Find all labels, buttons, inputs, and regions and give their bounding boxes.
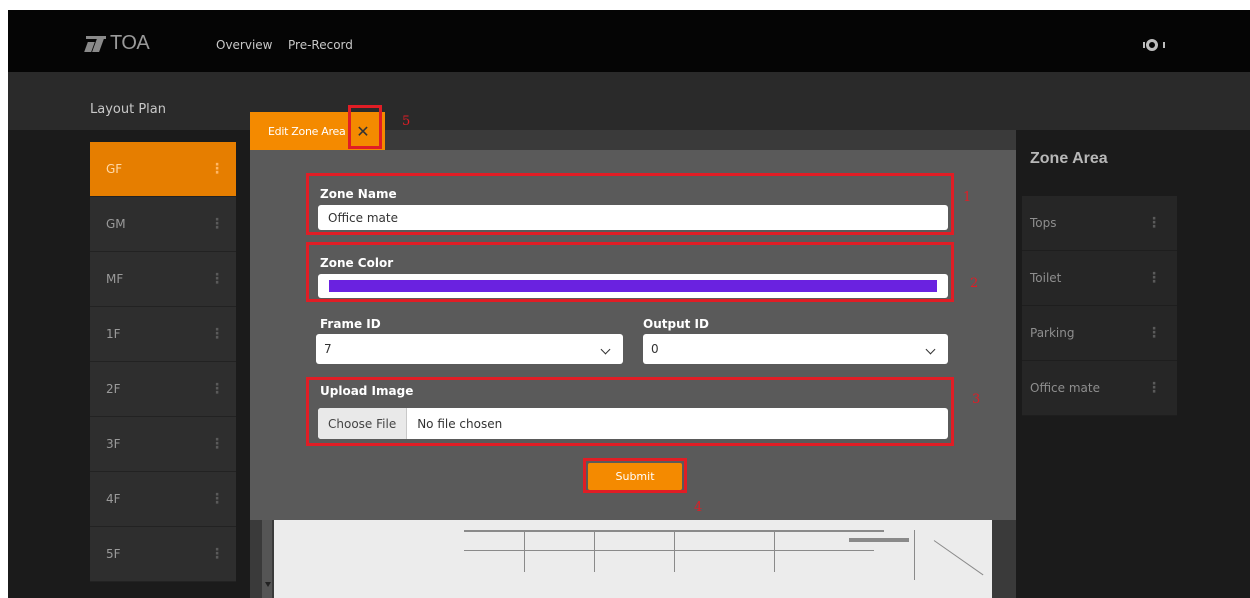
floor-label: GF	[106, 162, 123, 176]
page-subheader: Layout Plan	[8, 72, 1250, 130]
annotation-box-4	[583, 458, 687, 493]
annotation-box-1	[306, 173, 954, 235]
floor-label: 4F	[106, 492, 121, 506]
kebab-menu-icon[interactable]: ⋮	[1147, 325, 1161, 341]
zone-item-office-mate[interactable]: Office mate ⋮	[1022, 361, 1177, 416]
zone-area-list: Tops ⋮ Toilet ⋮ Parking ⋮ Office mate ⋮	[1022, 196, 1177, 416]
floor-item-mf[interactable]: MF ⋮	[90, 252, 236, 307]
floor-item-4f[interactable]: 4F ⋮	[90, 472, 236, 527]
kebab-menu-icon[interactable]: ⋮	[1147, 270, 1161, 286]
toa-logo[interactable]: TOA	[84, 32, 150, 55]
nav-pre-record[interactable]: Pre-Record	[288, 38, 353, 52]
annotation-box-5	[348, 105, 382, 149]
scroll-down-arrow-icon[interactable]	[265, 582, 271, 587]
zone-label: Toilet	[1030, 271, 1062, 285]
annotation-box-2	[306, 242, 954, 302]
floor-label: GM	[106, 217, 126, 231]
floor-label: 2F	[106, 382, 121, 396]
kebab-menu-icon[interactable]: ⋮	[210, 546, 224, 562]
kebab-menu-icon[interactable]: ⋮	[210, 491, 224, 507]
zone-item-tops[interactable]: Tops ⋮	[1022, 196, 1177, 251]
page-title: Layout Plan	[90, 102, 166, 117]
gear-icon[interactable]	[1143, 39, 1165, 51]
annotation-number-1: 1	[963, 190, 972, 205]
floor-label: MF	[106, 272, 124, 286]
kebab-menu-icon[interactable]: ⋮	[210, 216, 224, 232]
chevron-down-icon	[600, 344, 611, 355]
output-id-select[interactable]: 0	[643, 334, 948, 364]
kebab-menu-icon[interactable]: ⋮	[1147, 380, 1161, 396]
top-nav-bar: TOA Overview Pre-Record	[8, 10, 1250, 72]
app-window: TOA Overview Pre-Record Layout Plan GF ⋮…	[8, 10, 1250, 598]
zone-label: Parking	[1030, 326, 1075, 340]
logo-text: TOA	[110, 32, 150, 54]
zone-label: Office mate	[1030, 381, 1100, 395]
kebab-menu-icon[interactable]: ⋮	[210, 161, 224, 177]
zone-area-title: Zone Area	[1030, 150, 1108, 167]
frame-id-value: 7	[324, 342, 332, 356]
kebab-menu-icon[interactable]: ⋮	[210, 271, 224, 287]
toa-logo-icon	[84, 35, 106, 52]
kebab-menu-icon[interactable]: ⋮	[210, 381, 224, 397]
annotation-number-4: 4	[694, 500, 703, 515]
floor-label: 3F	[106, 437, 121, 451]
kebab-menu-icon[interactable]: ⋮	[210, 436, 224, 452]
annotation-box-3	[306, 377, 954, 446]
frame-id-label: Frame ID	[320, 317, 381, 331]
chevron-down-icon	[925, 344, 936, 355]
annotation-number-5: 5	[402, 114, 411, 129]
annotation-number-2: 2	[970, 276, 979, 291]
zone-item-toilet[interactable]: Toilet ⋮	[1022, 251, 1177, 306]
floor-list: GF ⋮ GM ⋮ MF ⋮ 1F ⋮ 2F ⋮ 3F ⋮ 4F ⋮ 5F ⋮	[90, 142, 236, 582]
floor-item-5f[interactable]: 5F ⋮	[90, 527, 236, 582]
kebab-menu-icon[interactable]: ⋮	[210, 326, 224, 342]
floor-item-1f[interactable]: 1F ⋮	[90, 307, 236, 362]
zone-item-parking[interactable]: Parking ⋮	[1022, 306, 1177, 361]
floor-item-2f[interactable]: 2F ⋮	[90, 362, 236, 417]
floor-item-3f[interactable]: 3F ⋮	[90, 417, 236, 472]
kebab-menu-icon[interactable]: ⋮	[1147, 215, 1161, 231]
nav-overview[interactable]: Overview	[216, 38, 273, 52]
floor-label: 1F	[106, 327, 121, 341]
modal-title: Edit Zone Area	[268, 125, 346, 138]
floor-plan-image	[274, 520, 992, 598]
floor-item-gf[interactable]: GF ⋮	[90, 142, 236, 197]
zone-label: Tops	[1030, 216, 1057, 230]
floor-label: 5F	[106, 547, 121, 561]
annotation-number-3: 3	[972, 392, 981, 407]
output-id-label: Output ID	[643, 317, 709, 331]
output-id-value: 0	[651, 342, 659, 356]
floor-item-gm[interactable]: GM ⋮	[90, 197, 236, 252]
frame-id-select[interactable]: 7	[316, 334, 623, 364]
